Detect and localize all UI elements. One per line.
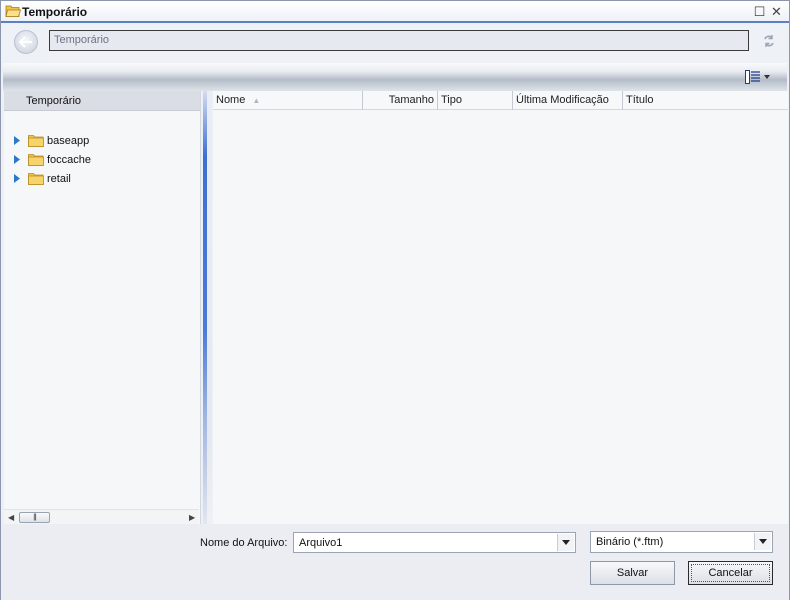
view-mode-button[interactable] [745,69,771,85]
save-button[interactable]: Salvar [590,561,675,585]
column-header-type[interactable]: Tipo [438,91,513,110]
column-header-name[interactable]: Nome ▲ [213,91,363,110]
expand-arrow-icon[interactable] [12,155,22,165]
tree-header: Temporário [4,91,200,111]
back-arrow-icon [19,36,32,48]
column-label: Título [626,94,654,106]
column-header-size[interactable]: Tamanho [363,91,438,110]
chevron-down-icon [764,75,770,79]
folder-icon [28,154,44,166]
refresh-button[interactable] [761,33,777,49]
file-list-header: Nome ▲ Tamanho Tipo Última Modificação T… [213,91,788,110]
folder-icon [28,173,44,185]
expand-arrow-icon[interactable] [12,136,22,146]
maximize-icon: ☐ [753,3,766,19]
filename-label: Nome do Arquivo: [200,537,288,549]
close-icon: ✕ [771,3,782,19]
column-label: Tipo [441,94,462,106]
save-file-dialog: Temporário ☐ ✕ Temporário Temporário bas… [0,0,790,600]
column-label: Tamanho [388,94,434,106]
tree-item-foccache[interactable]: foccache [4,150,91,169]
refresh-icon [764,35,774,47]
path-field[interactable]: Temporário [49,30,749,51]
scroll-thumb[interactable]: ||| [19,512,50,523]
maximize-button[interactable]: ☐ [753,3,766,19]
scroll-left-icon[interactable]: ◀ [8,513,14,522]
folder-tree-panel: Temporário baseapp foccache retail [4,91,201,524]
column-label: Nome [216,94,246,106]
back-button[interactable] [14,30,38,54]
tree-item-label: foccache [47,153,92,166]
column-header-title[interactable]: Título [623,91,788,110]
file-list-panel: Nome ▲ Tamanho Tipo Última Modificação T… [213,91,788,524]
filetype-select[interactable]: Binário (*.ftm) [590,531,773,553]
column-label: Última Modificação [516,94,609,106]
folder-open-icon [5,5,21,17]
scroll-right-icon[interactable]: ▶ [189,513,195,522]
cancel-button[interactable]: Cancelar [688,561,773,585]
tree-item-retail[interactable]: retail [4,169,91,188]
panel-splitter[interactable] [203,91,212,524]
filetype-dropdown-button[interactable] [754,533,771,550]
filename-input[interactable]: Arquivo1 [293,532,576,553]
filename-value: Arquivo1 [299,537,343,549]
dialog-footer: Nome do Arquivo: Arquivo1 Binário (*.ftm… [1,524,789,600]
filetype-value: Binário (*.ftm) [596,536,664,548]
horizontal-scrollbar[interactable]: ◀ ||| ▶ [4,509,199,524]
expand-arrow-icon[interactable] [12,174,22,184]
toolbar [3,63,787,91]
title-bar: Temporário ☐ ✕ [1,1,789,23]
filename-dropdown-button[interactable] [557,534,574,551]
details-view-icon [745,70,760,84]
chevron-down-icon [759,539,767,544]
folder-tree: baseapp foccache retail [4,131,91,188]
chevron-down-icon [562,540,570,545]
sort-ascending-icon: ▲ [252,96,261,105]
tree-item-label: retail [47,172,71,185]
column-header-modified[interactable]: Última Modificação [513,91,623,110]
close-button[interactable]: ✕ [770,3,783,19]
window-title: Temporário [22,5,88,19]
tree-item-label: baseapp [47,134,90,147]
tree-item-baseapp[interactable]: baseapp [4,131,91,150]
navigation-bar: Temporário [1,25,789,63]
folder-icon [28,135,44,147]
